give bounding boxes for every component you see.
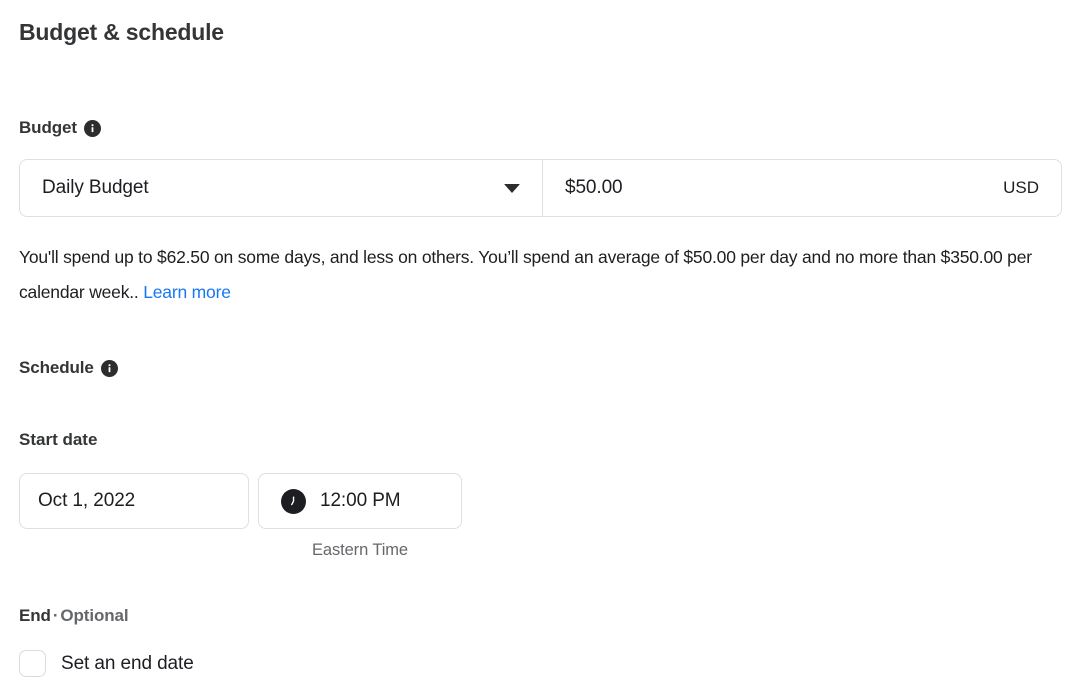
budget-label: Budget [19,118,101,138]
set-end-date-row[interactable]: Set an end date [19,650,194,677]
start-time-input[interactable]: 12:00 PM [258,473,462,529]
chevron-down-icon[interactable] [504,183,520,193]
budget-type-select[interactable]: Daily Budget [19,159,542,217]
clock-icon [281,488,306,514]
budget-amount-input[interactable]: $50.00 [565,177,1003,199]
budget-amount-field[interactable]: $50.00 USD [542,159,1062,217]
schedule-label-text: Schedule [19,358,94,377]
budget-schedule-panel: Budget & schedule Budget Daily Budget $5… [0,0,1080,694]
schedule-label: Schedule [19,358,118,378]
page-title: Budget & schedule [19,19,224,45]
budget-type-value: Daily Budget [42,177,149,198]
budget-label-text: Budget [19,118,77,137]
end-label-text: End [19,606,51,625]
timezone-caption: Eastern Time [311,541,408,559]
end-optional-text: Optional [60,606,129,625]
start-datetime-row: Oct 1, 2022 12:00 PM Eastern Time [19,473,462,560]
set-end-date-checkbox[interactable] [19,650,46,677]
info-icon[interactable] [100,360,118,377]
start-date-label: Start date [19,430,98,449]
start-time-value: 12:00 PM [320,490,401,511]
end-label: End · Optional [19,606,129,626]
budget-currency-label: USD [1003,178,1039,197]
set-end-date-label: Set an end date [61,652,194,674]
budget-helper-text: You'll spend up to $62.50 on some days, … [19,240,1064,310]
end-label-separator: · [52,606,59,625]
start-date-input[interactable]: Oct 1, 2022 [19,473,249,529]
learn-more-link[interactable]: Learn more [143,282,231,302]
start-time-block: 12:00 PM Eastern Time [258,473,462,560]
budget-row: Daily Budget $50.00 USD [19,159,1062,217]
info-icon[interactable] [83,120,101,137]
